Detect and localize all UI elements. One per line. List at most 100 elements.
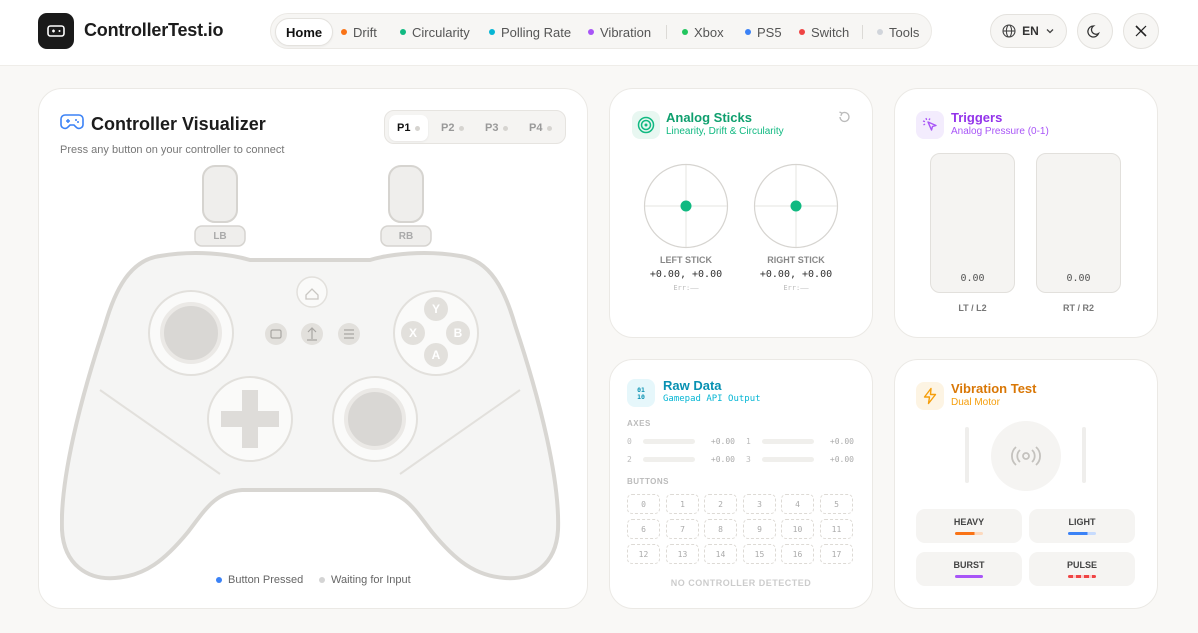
button-cell: 4: [781, 494, 814, 514]
logo-gamepad-icon[interactable]: [38, 13, 74, 49]
controller-diagram: [60, 165, 561, 581]
nav-tools[interactable]: Tools: [877, 18, 919, 46]
vibrate-button[interactable]: [991, 421, 1061, 491]
moon-icon: [1087, 25, 1100, 38]
button-cell: 5: [820, 494, 853, 514]
language-selector[interactable]: EN: [990, 14, 1067, 48]
waiting-dot-icon: [319, 577, 325, 583]
raw-subtitle: Gamepad API Output: [663, 394, 761, 404]
x-social-button[interactable]: [1123, 13, 1159, 49]
triggers-subtitle: Analog Pressure (0-1): [951, 126, 1049, 137]
tools-dot-icon: [877, 29, 883, 35]
button-cell: 16: [781, 544, 814, 564]
axis-bar: [762, 456, 814, 462]
player-status-dot: [503, 125, 509, 131]
visualizer-title: Controller Visualizer: [91, 114, 266, 134]
polling-dot-icon: [489, 29, 495, 35]
axes-label: AXES: [627, 419, 651, 428]
axis-row: 1 +0.00: [746, 436, 854, 446]
language-label: EN: [1022, 24, 1039, 38]
right-stick[interactable]: [344, 388, 406, 450]
vibration-title: Vibration Test: [951, 381, 1037, 396]
axis-row: 3 +0.00: [746, 454, 854, 464]
nav-drift[interactable]: Drift: [341, 18, 377, 46]
nav-divider: [862, 25, 863, 39]
top-header: ControllerTest.io Home Drift Circularity…: [0, 0, 1198, 66]
analog-subtitle: Linearity, Drift & Circularity: [666, 126, 784, 137]
nav-ps5[interactable]: PS5: [745, 18, 782, 46]
burst-mode-button[interactable]: BURST: [916, 552, 1022, 586]
button-cell: 0: [627, 494, 660, 514]
left-stick-value: +0.00, +0.00: [649, 269, 723, 280]
nav-vibration[interactable]: Vibration: [588, 18, 651, 46]
button-cell: 17: [820, 544, 853, 564]
legend-waiting: Waiting for Input: [319, 574, 411, 586]
player-tab-p2[interactable]: P2: [441, 115, 465, 141]
switch-dot-icon: [799, 29, 805, 35]
legend-pressed: Button Pressed: [216, 574, 303, 586]
heavy-mode-button[interactable]: HEAVY: [916, 509, 1022, 543]
button-cell: 12: [627, 544, 660, 564]
right-stick-value: +0.00, +0.00: [759, 269, 833, 280]
ps5-dot-icon: [745, 29, 751, 35]
reset-icon[interactable]: [837, 110, 851, 124]
right-trigger-shape[interactable]: [388, 165, 424, 223]
target-icon: [632, 111, 660, 139]
axis-row: 0 +0.00: [627, 436, 735, 446]
rt-value: 0.00: [1066, 273, 1091, 284]
nav-home[interactable]: Home: [275, 18, 334, 46]
button-cell: 8: [704, 519, 737, 539]
triggers-title: Triggers: [951, 110, 1003, 125]
button-cell: 7: [666, 519, 699, 539]
view-button[interactable]: [265, 323, 287, 345]
lb-label: LB: [213, 231, 227, 242]
player-status-dot: [547, 125, 553, 131]
left-stick-plot: [643, 163, 729, 249]
theme-toggle-button[interactable]: [1077, 13, 1113, 49]
button-cell: 15: [743, 544, 776, 564]
heavy-intensity-bar: [955, 532, 983, 535]
left-motor-bar: [965, 427, 969, 483]
vibration-subtitle: Dual Motor: [951, 397, 1000, 408]
nav-polling-rate[interactable]: Polling Rate: [489, 18, 571, 46]
xbox-dot-icon: [682, 29, 688, 35]
vibration-waves-icon: [1011, 446, 1041, 466]
button-cell: 9: [743, 519, 776, 539]
pulse-intensity-bar: [1068, 575, 1096, 578]
lt-label: LT / L2: [958, 303, 987, 313]
circularity-dot-icon: [400, 29, 406, 35]
raw-title: Raw Data: [663, 378, 722, 393]
nav-xbox[interactable]: Xbox: [682, 18, 724, 46]
main-nav: Home Drift Circularity Polling Rate Vibr…: [270, 13, 932, 49]
binary-icon: 01 10: [627, 379, 655, 407]
left-stick-position-dot: [680, 200, 692, 212]
left-trigger-shape[interactable]: [202, 165, 238, 223]
drift-dot-icon: [341, 29, 347, 35]
player-tab-p3[interactable]: P3: [485, 115, 509, 141]
svg-text:10: 10: [637, 393, 645, 401]
player-tab-p1[interactable]: P1: [389, 115, 429, 141]
right-stick-label: RIGHT STICK: [767, 255, 825, 265]
home-button[interactable]: [296, 276, 328, 308]
button-cell: 10: [781, 519, 814, 539]
player-tab-p4[interactable]: P4: [529, 115, 553, 141]
pointer-click-icon: [916, 111, 944, 139]
rb-label: RB: [398, 231, 414, 242]
nav-switch[interactable]: Switch: [799, 18, 849, 46]
pressed-dot-icon: [216, 577, 222, 583]
player-status-dot: [459, 125, 465, 131]
left-stick-label: LEFT STICK: [660, 255, 712, 265]
app-title[interactable]: ControllerTest.io: [84, 20, 223, 41]
light-mode-button[interactable]: LIGHT: [1029, 509, 1135, 543]
right-stick-plot: [753, 163, 839, 249]
left-stick[interactable]: [160, 302, 222, 364]
rt-label: RT / R2: [1062, 303, 1094, 313]
axis-bar: [643, 438, 695, 444]
button-cell: 2: [704, 494, 737, 514]
right-stick-error: Err:——: [783, 284, 809, 292]
right-motor-bar: [1082, 427, 1086, 483]
nav-circularity[interactable]: Circularity: [400, 18, 470, 46]
gamepad-icon: [60, 114, 84, 130]
right-stick-position-dot: [790, 200, 802, 212]
pulse-mode-button[interactable]: PULSE: [1029, 552, 1135, 586]
